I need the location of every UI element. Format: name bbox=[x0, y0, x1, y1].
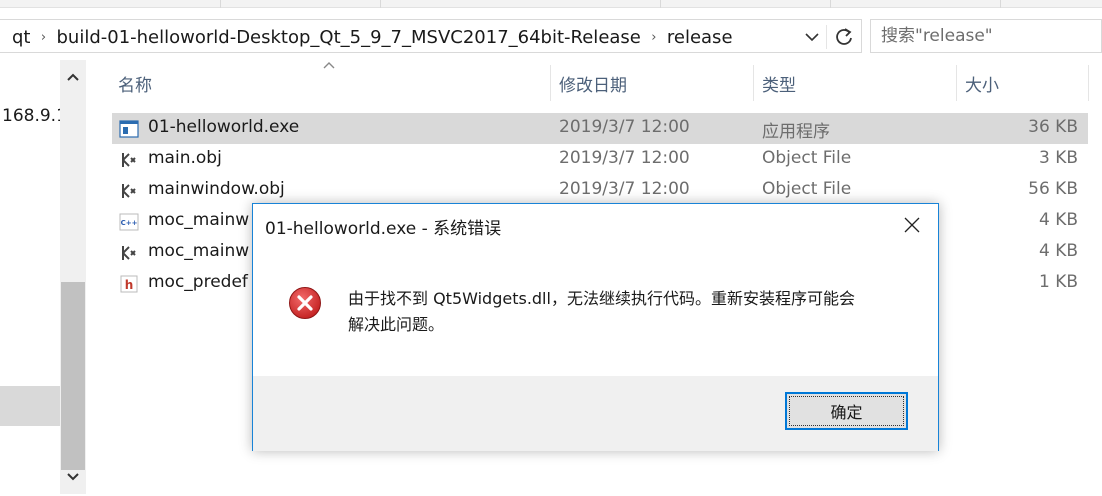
sort-ascending-icon bbox=[323, 62, 335, 69]
file-name: moc_mainw bbox=[148, 241, 250, 261]
breadcrumb: qt › build-01-helloworld-Desktop_Qt_5_9_… bbox=[10, 25, 735, 49]
ribbon-divider bbox=[830, 0, 831, 8]
chevron-up-icon bbox=[67, 73, 79, 81]
file-name: 01-helloworld.exe bbox=[148, 117, 300, 137]
dialog-title: 01-helloworld.exe - 系统错误 bbox=[265, 219, 502, 239]
file-type: 应用程序 bbox=[762, 122, 830, 142]
exe-icon bbox=[119, 120, 139, 138]
column-divider[interactable] bbox=[753, 65, 754, 101]
column-header-name[interactable]: 名称 bbox=[118, 65, 152, 101]
file-type: Object File bbox=[762, 179, 852, 199]
chevron-down-icon bbox=[805, 33, 819, 42]
search-input[interactable] bbox=[871, 20, 1101, 52]
file-name: main.obj bbox=[148, 148, 222, 168]
ribbon-divider bbox=[220, 0, 221, 8]
column-header-size[interactable]: 大小 bbox=[965, 65, 999, 101]
breadcrumb-separator-icon[interactable]: › bbox=[32, 30, 54, 45]
column-divider[interactable] bbox=[1088, 65, 1089, 101]
nav-scrollbar[interactable] bbox=[60, 60, 86, 494]
file-row[interactable]: 01-helloworld.exe 2019/3/7 12:00 应用程序 36… bbox=[112, 113, 1088, 144]
scroll-down-button[interactable] bbox=[60, 460, 86, 494]
column-header-type[interactable]: 类型 bbox=[762, 65, 796, 101]
ribbon-divider bbox=[380, 0, 381, 8]
scrollbar-thumb[interactable] bbox=[61, 282, 85, 470]
breadcrumb-separator-icon[interactable]: › bbox=[643, 30, 665, 45]
ribbon-divider bbox=[660, 0, 661, 8]
obj-file-icon bbox=[122, 153, 136, 167]
file-row[interactable]: main.obj 2019/3/7 12:00 Object File 3 KB bbox=[112, 144, 1088, 175]
column-divider[interactable] bbox=[550, 65, 551, 101]
address-history-dropdown[interactable] bbox=[802, 27, 822, 47]
file-type: Object File bbox=[762, 148, 852, 168]
file-name: moc_predef bbox=[148, 272, 248, 292]
file-size: 56 KB bbox=[1028, 179, 1078, 199]
breadcrumb-item-release[interactable]: release bbox=[665, 27, 735, 48]
file-size: 1 KB bbox=[1038, 272, 1078, 292]
dialog-footer: 确定 bbox=[253, 376, 938, 451]
search-box[interactable] bbox=[870, 19, 1102, 53]
file-date: 2019/3/7 12:00 bbox=[559, 179, 690, 199]
file-date: 2019/3/7 12:00 bbox=[559, 148, 690, 168]
dialog-message-line: 由于找不到 Qt5Widgets.dll，无法继续执行代码。重新安装程序可能会 bbox=[348, 289, 855, 308]
nav-item-network-address[interactable]: 168.9.1 bbox=[2, 106, 67, 126]
obj-file-icon bbox=[122, 246, 136, 260]
dialog-message-line: 解决此问题。 bbox=[348, 315, 445, 334]
address-bar[interactable]: qt › build-01-helloworld-Desktop_Qt_5_9_… bbox=[0, 19, 862, 53]
svg-text:C++: C++ bbox=[121, 219, 138, 227]
chevron-down-icon bbox=[67, 473, 79, 481]
dialog-message: 由于找不到 Qt5Widgets.dll，无法继续执行代码。重新安装程序可能会 … bbox=[348, 286, 908, 338]
file-size: 4 KB bbox=[1038, 210, 1078, 230]
column-header-date[interactable]: 修改日期 bbox=[559, 65, 627, 101]
error-dialog: 01-helloworld.exe - 系统错误 由于找不到 Qt5Widget… bbox=[252, 203, 939, 451]
header-file-icon: h bbox=[120, 275, 138, 293]
file-name: mainwindow.obj bbox=[148, 179, 285, 199]
file-size: 36 KB bbox=[1028, 117, 1078, 137]
nav-item-selected[interactable] bbox=[0, 386, 60, 426]
file-size: 4 KB bbox=[1038, 241, 1078, 261]
ribbon-divider bbox=[1000, 0, 1001, 8]
ok-button[interactable]: 确定 bbox=[785, 392, 908, 430]
file-size: 3 KB bbox=[1038, 148, 1078, 168]
file-row[interactable]: mainwindow.obj 2019/3/7 12:00 Object Fil… bbox=[112, 175, 1088, 206]
scroll-up-button[interactable] bbox=[60, 60, 86, 94]
breadcrumb-item-build-folder[interactable]: build-01-helloworld-Desktop_Qt_5_9_7_MSV… bbox=[54, 27, 642, 48]
refresh-icon bbox=[836, 28, 852, 45]
column-divider[interactable] bbox=[956, 65, 957, 101]
file-date: 2019/3/7 12:00 bbox=[559, 117, 690, 137]
error-icon bbox=[289, 287, 321, 319]
breadcrumb-item-qt[interactable]: qt bbox=[10, 27, 32, 48]
close-icon bbox=[904, 217, 920, 233]
refresh-button[interactable] bbox=[826, 25, 860, 49]
dialog-close-button[interactable] bbox=[894, 210, 930, 240]
svg-text:h: h bbox=[125, 278, 134, 292]
navigation-pane[interactable]: 168.9.1 bbox=[0, 60, 67, 496]
cpp-file-icon: C++ bbox=[119, 213, 139, 231]
ribbon-strip bbox=[0, 0, 1102, 8]
file-name: moc_mainw bbox=[148, 210, 250, 230]
obj-file-icon bbox=[122, 184, 136, 198]
